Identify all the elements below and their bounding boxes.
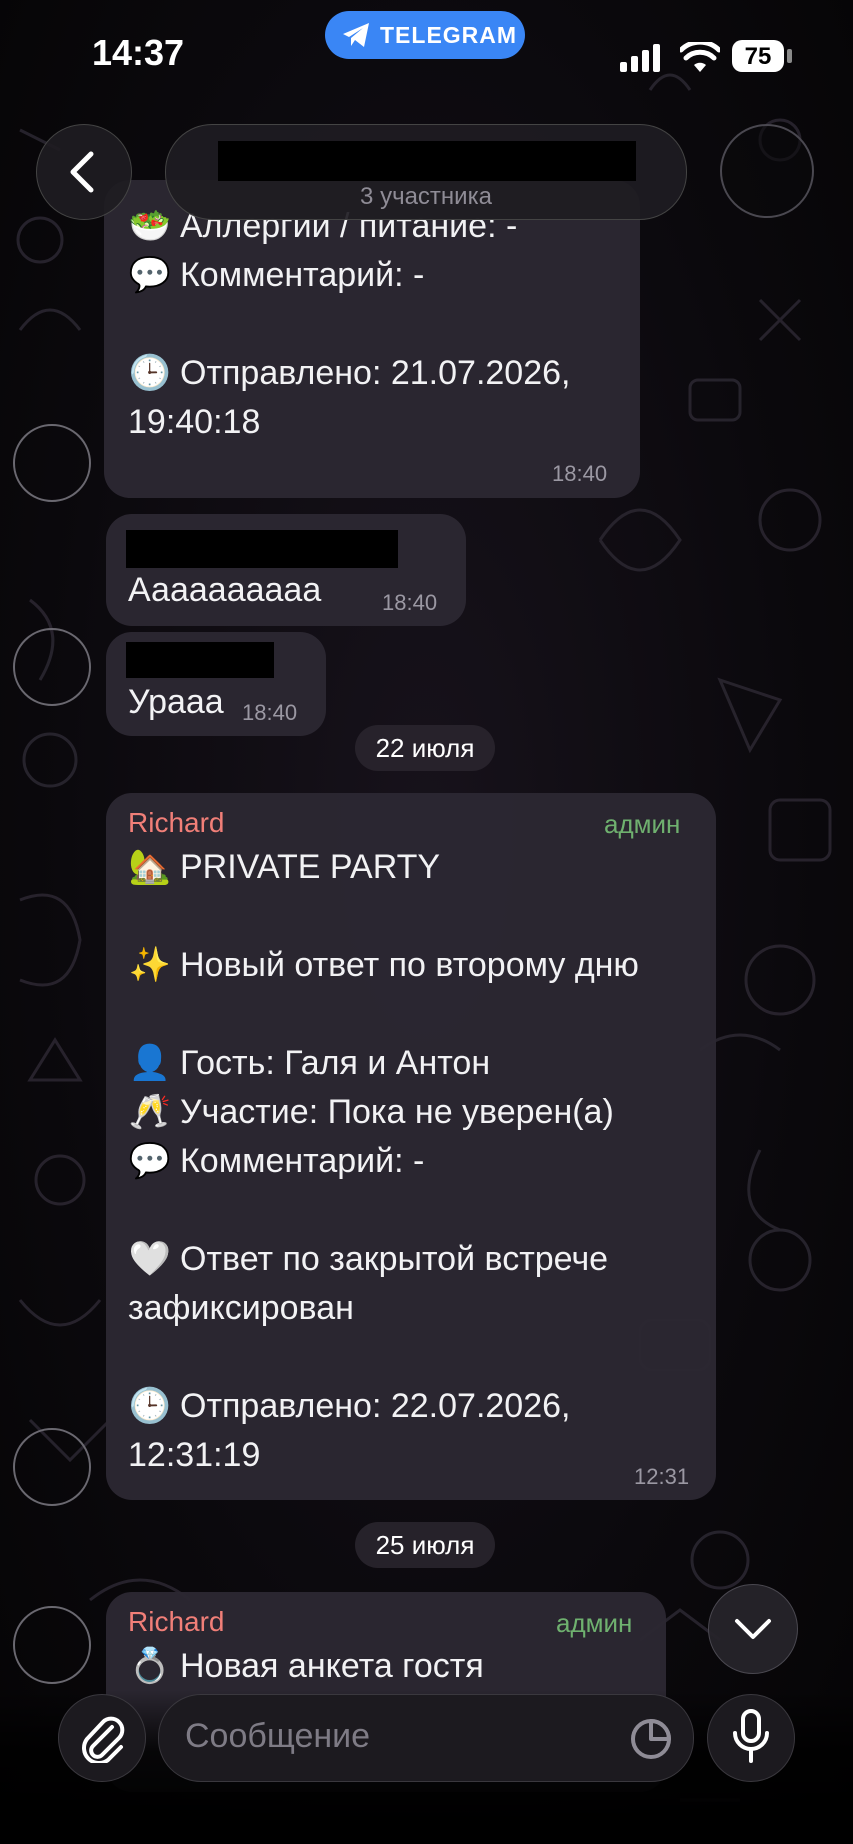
party-recorded-line-2: зафиксирован xyxy=(128,1289,354,1327)
message-time: 18:40 xyxy=(382,590,438,615)
message-input[interactable]: Сообщение xyxy=(158,1694,694,1782)
party-guest-line: 👤 Гость: Галя и Антон xyxy=(128,1039,490,1088)
message-bubble-reply-b[interactable]: Урааа 18:40 xyxy=(106,632,326,736)
clock-icon: 🕒 xyxy=(128,354,172,392)
form-comment-line: 💬 Комментарий: - xyxy=(128,251,425,300)
voice-record-button[interactable] xyxy=(707,1694,795,1782)
clock-icon: 🕒 xyxy=(128,1387,172,1425)
sender-name[interactable]: Richard xyxy=(128,1606,224,1638)
party-participation-line: 🥂 Участие: Пока не уверен(а) xyxy=(128,1088,614,1137)
speech-bubble-icon: 💬 xyxy=(128,256,172,294)
party-comment-line: 💬 Комментарий: - xyxy=(128,1137,425,1186)
avatar[interactable] xyxy=(13,424,91,502)
admin-badge: админ xyxy=(556,1608,633,1638)
battery-cap xyxy=(787,49,792,63)
message-bubble-reply-a[interactable]: Ааааааааaa 18:40 xyxy=(106,514,466,626)
wifi-icon xyxy=(680,42,720,72)
microphone-icon xyxy=(733,1709,769,1763)
telegram-app-chip[interactable]: TELEGRAM xyxy=(325,11,525,59)
party-recorded-line: 🤍 Ответ по закрытой встрече xyxy=(128,1235,608,1284)
date-separator: 22 июля xyxy=(355,725,495,771)
sticker-icon[interactable] xyxy=(629,1717,673,1761)
chat-title-pill[interactable]: 3 участника xyxy=(165,124,687,220)
party-title-line: 🏡 PRIVATE PARTY xyxy=(128,843,440,892)
house-icon: 🏡 xyxy=(128,848,172,886)
scroll-down-button[interactable] xyxy=(708,1584,798,1674)
message-text: Урааа xyxy=(128,683,224,721)
party-sent-line: 🕒 Отправлено: 22.07.2026, xyxy=(128,1382,571,1431)
telegram-label: TELEGRAM xyxy=(380,22,518,48)
white-heart-icon: 🤍 xyxy=(128,1240,172,1278)
chevron-down-icon xyxy=(735,1619,771,1639)
party-sent-time-line: 12:31:19 xyxy=(128,1436,261,1474)
message-bubble-form[interactable]: 🥗 Аллергии / питание: - 💬 Комментарий: - 🕒… xyxy=(104,180,640,498)
person-icon: 👤 xyxy=(128,1044,172,1082)
speech-bubble-icon: 💬 xyxy=(128,1142,172,1180)
chevron-left-icon xyxy=(70,151,94,193)
chat-screen: 14:37 TELEGRAM 75 🥗 Аллергии / питание: -… xyxy=(0,0,853,1844)
avatar[interactable] xyxy=(13,628,91,706)
battery-level: 75 xyxy=(744,43,772,70)
message-input-placeholder: Сообщение xyxy=(185,1717,371,1755)
admin-badge: админ xyxy=(604,809,681,839)
message-time: 18:40 xyxy=(552,461,608,486)
status-time: 14:37 xyxy=(92,32,185,73)
party-subtitle-line: ✨ Новый ответ по второму дню xyxy=(128,941,639,990)
back-button[interactable] xyxy=(36,124,132,220)
sparkles-icon: ✨ xyxy=(128,946,172,984)
message-time: 18:40 xyxy=(242,700,298,725)
sender-name-redacted xyxy=(126,530,398,568)
avatar[interactable] xyxy=(13,1428,91,1506)
attach-button[interactable] xyxy=(58,1694,146,1782)
paperclip-icon xyxy=(82,1716,125,1763)
telegram-plane-icon xyxy=(343,23,369,47)
form-sent-line: 🕒 Отправлено: 21.07.2026, xyxy=(128,349,571,398)
new-form-title-line: 💍 Новая анкета гостя xyxy=(128,1642,484,1691)
avatar[interactable] xyxy=(13,1606,91,1684)
date-separator: 25 июля xyxy=(355,1522,495,1568)
signal-icon xyxy=(620,44,660,72)
sender-name[interactable]: Richard xyxy=(128,807,224,839)
chat-avatar-button[interactable] xyxy=(720,124,814,218)
sender-name-redacted xyxy=(126,642,274,678)
message-bubble-party[interactable]: Richard админ 🏡 PRIVATE PARTY ✨ Новый отве… xyxy=(106,793,716,1500)
message-time: 12:31 xyxy=(634,1464,690,1489)
message-text: Ааааааааaa xyxy=(128,571,322,609)
champagne-icon: 🥂 xyxy=(128,1093,172,1131)
chat-title-redacted xyxy=(218,141,636,181)
ring-icon: 💍 xyxy=(128,1647,172,1685)
form-sent-time-line: 19:40:18 xyxy=(128,403,261,441)
chat-subtitle: 3 участника xyxy=(360,183,492,210)
battery-icon: 75 xyxy=(732,40,784,72)
